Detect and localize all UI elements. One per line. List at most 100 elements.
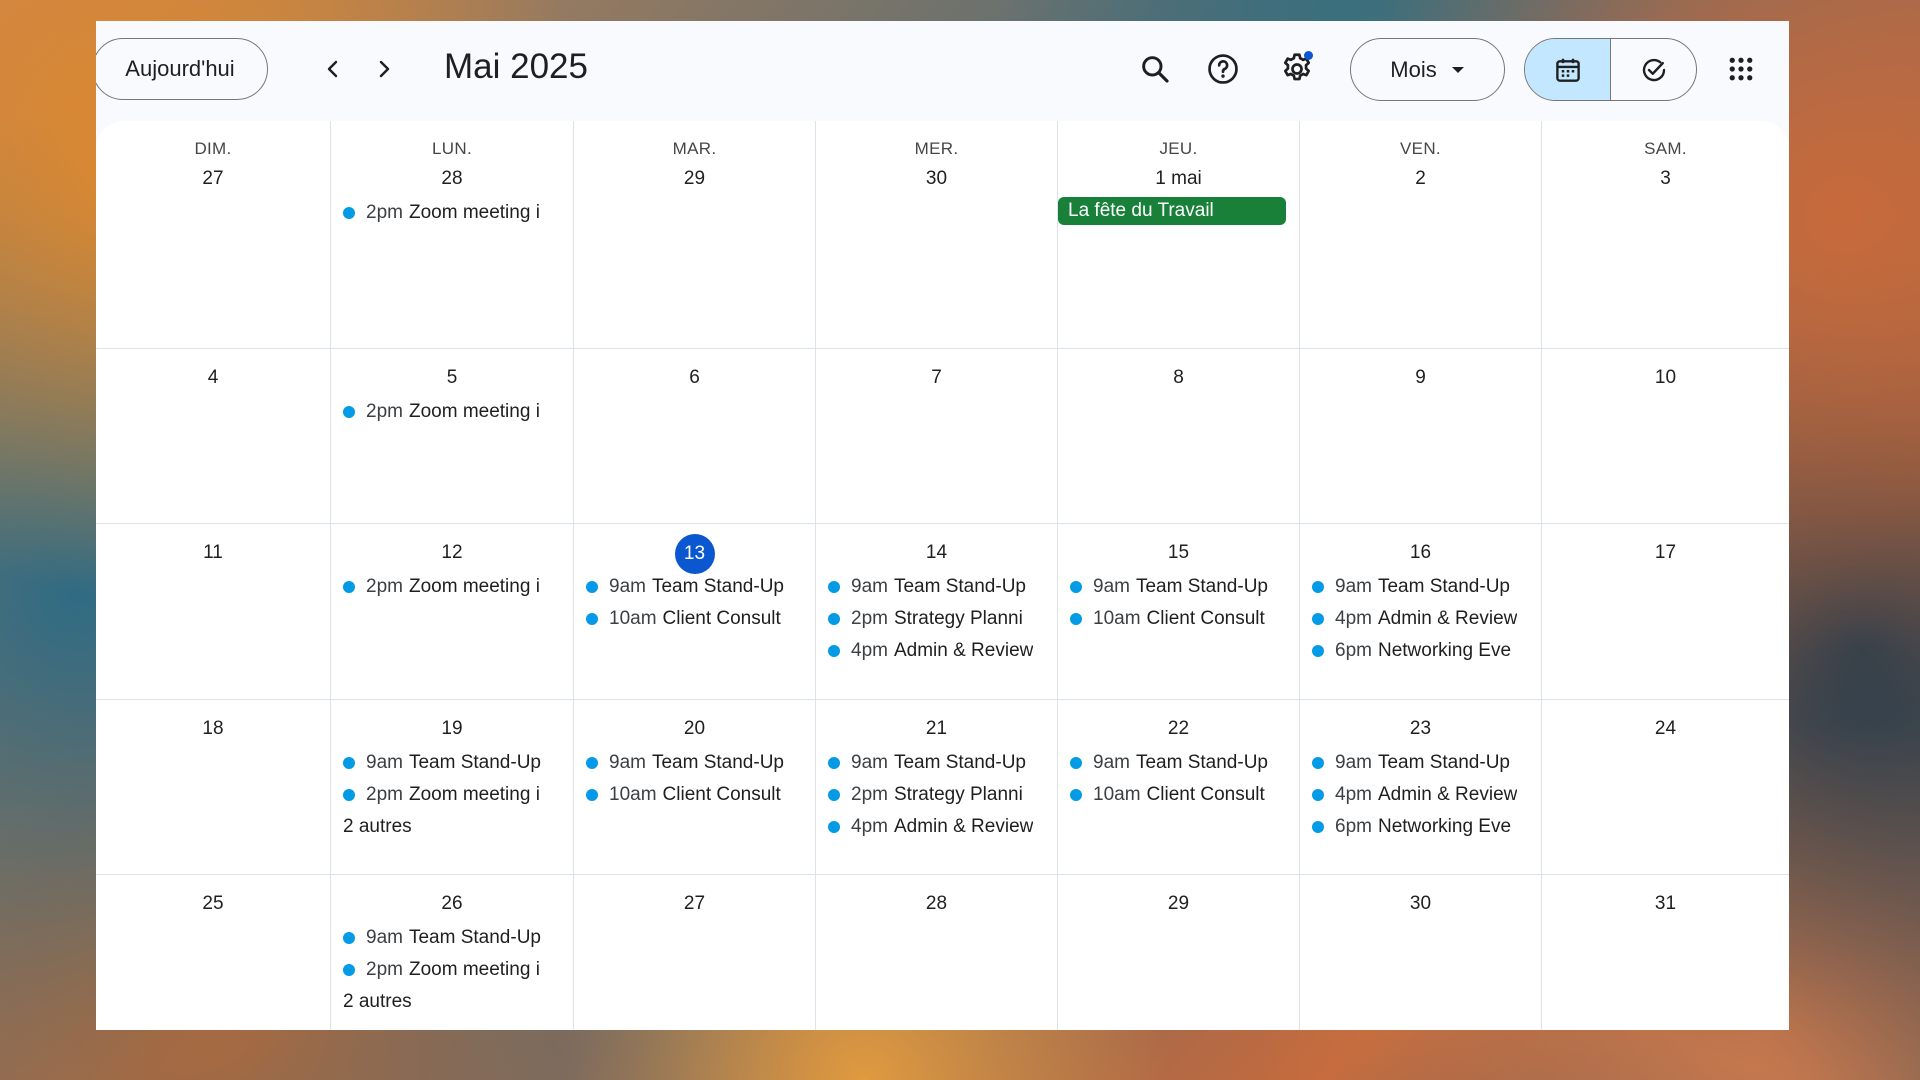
event-chip[interactable]: 9am Team Stand-Up xyxy=(1310,747,1531,779)
day-cell[interactable]: 9 xyxy=(1299,349,1541,523)
date-number[interactable]: 12 xyxy=(331,542,573,564)
day-cell[interactable]: 14 9am Team Stand-Up 2pm Strategy Planni 4pm A… xyxy=(815,524,1057,699)
day-cell[interactable]: 12 2pm Zoom meeting i xyxy=(330,524,573,699)
date-number[interactable]: 1 mai xyxy=(1058,168,1299,190)
more-events-link[interactable]: 2 autres xyxy=(341,986,563,1018)
date-number[interactable]: 10 xyxy=(1542,367,1789,389)
view-selector[interactable]: Mois xyxy=(1350,38,1505,101)
event-chip[interactable]: 4pm Admin & Review xyxy=(1310,779,1531,811)
day-cell[interactable]: VEN. 2 xyxy=(1299,121,1541,348)
day-cell[interactable]: 23 9am Team Stand-Up 4pm Admin & Review 6pm Ne… xyxy=(1299,700,1541,874)
date-number[interactable]: 30 xyxy=(816,168,1057,190)
event-chip[interactable]: 10am Client Consult xyxy=(1068,603,1289,635)
event-chip[interactable]: 4pm Admin & Review xyxy=(1310,603,1531,635)
day-cell[interactable]: 16 9am Team Stand-Up 4pm Admin & Review 6pm Ne… xyxy=(1299,524,1541,699)
day-cell[interactable]: SAM. 3 xyxy=(1541,121,1789,348)
event-chip[interactable]: 9am Team Stand-Up xyxy=(341,922,563,954)
date-number[interactable]: 14 xyxy=(816,542,1057,564)
apps-button[interactable] xyxy=(1719,47,1763,91)
day-cell[interactable]: 25 xyxy=(96,875,330,1030)
date-number[interactable]: 29 xyxy=(574,168,815,190)
day-cell[interactable]: 26 9am Team Stand-Up 2pm Zoom meeting i2 aut… xyxy=(330,875,573,1030)
date-number[interactable]: 17 xyxy=(1542,542,1789,564)
date-number[interactable]: 8 xyxy=(1058,367,1299,389)
date-number[interactable]: 15 xyxy=(1058,542,1299,564)
day-cell[interactable]: 28 xyxy=(815,875,1057,1030)
day-cell[interactable]: 27 xyxy=(573,875,815,1030)
day-cell[interactable]: 18 xyxy=(96,700,330,874)
event-chip[interactable]: 9am Team Stand-Up xyxy=(1068,747,1289,779)
day-cell[interactable]: 4 xyxy=(96,349,330,523)
event-chip[interactable]: 9am Team Stand-Up xyxy=(584,747,805,779)
day-cell[interactable]: 20 9am Team Stand-Up 10am Client Consult xyxy=(573,700,815,874)
day-cell[interactable]: 19 9am Team Stand-Up 2pm Zoom meeting i2 aut… xyxy=(330,700,573,874)
event-chip[interactable]: 9am Team Stand-Up xyxy=(826,747,1047,779)
date-number[interactable]: 21 xyxy=(816,718,1057,740)
date-number[interactable]: 20 xyxy=(574,718,815,740)
date-number[interactable]: 3 xyxy=(1542,168,1789,190)
day-cell[interactable]: MAR. 29 xyxy=(573,121,815,348)
day-cell[interactable]: 17 xyxy=(1541,524,1789,699)
day-cell[interactable]: 31 xyxy=(1541,875,1789,1030)
date-number[interactable]: 11 xyxy=(96,542,330,564)
day-cell[interactable]: 13 9am Team Stand-Up 10am Client Consult xyxy=(573,524,815,699)
date-number[interactable]: 9 xyxy=(1300,367,1541,389)
calendar-view-button[interactable] xyxy=(1525,39,1611,100)
holiday-event-chip[interactable]: La fête du Travail xyxy=(1058,197,1286,225)
date-number[interactable]: 26 xyxy=(331,893,573,915)
event-chip[interactable]: 4pm Admin & Review xyxy=(826,811,1047,843)
day-cell[interactable]: 10 xyxy=(1541,349,1789,523)
day-cell[interactable]: DIM. 27 xyxy=(96,121,330,348)
today-date-number[interactable]: 13 xyxy=(574,534,815,574)
event-chip[interactable]: 2pm Zoom meeting i xyxy=(341,779,563,811)
day-cell[interactable]: 7 xyxy=(815,349,1057,523)
event-chip[interactable]: 2pm Zoom meeting i xyxy=(341,197,563,229)
previous-month-button[interactable] xyxy=(315,51,351,87)
date-number[interactable]: 31 xyxy=(1542,893,1789,915)
date-number[interactable]: 29 xyxy=(1058,893,1299,915)
date-number[interactable]: 28 xyxy=(816,893,1057,915)
date-number[interactable]: 19 xyxy=(331,718,573,740)
search-button[interactable] xyxy=(1133,47,1177,91)
date-number[interactable]: 5 xyxy=(331,367,573,389)
date-number[interactable]: 2 xyxy=(1300,168,1541,190)
day-cell[interactable]: 22 9am Team Stand-Up 10am Client Consult xyxy=(1057,700,1299,874)
day-cell[interactable]: 29 xyxy=(1057,875,1299,1030)
day-cell[interactable]: LUN. 28 2pm Zoom meeting i xyxy=(330,121,573,348)
day-cell[interactable]: 6 xyxy=(573,349,815,523)
event-chip[interactable]: 9am Team Stand-Up xyxy=(1068,571,1289,603)
event-chip[interactable]: 10am Client Consult xyxy=(584,779,805,811)
event-chip[interactable]: 9am Team Stand-Up xyxy=(1310,571,1531,603)
date-number[interactable]: 22 xyxy=(1058,718,1299,740)
day-cell[interactable]: 15 9am Team Stand-Up 10am Client Consult xyxy=(1057,524,1299,699)
event-chip[interactable]: 2pm Zoom meeting i xyxy=(341,571,563,603)
event-chip[interactable]: 9am Team Stand-Up xyxy=(826,571,1047,603)
date-number[interactable]: 27 xyxy=(574,893,815,915)
today-button[interactable]: Aujourd'hui xyxy=(96,38,268,100)
day-cell[interactable]: 5 2pm Zoom meeting i xyxy=(330,349,573,523)
date-number[interactable]: 7 xyxy=(816,367,1057,389)
event-chip[interactable]: 2pm Strategy Planni xyxy=(826,603,1047,635)
event-chip[interactable]: 6pm Networking Eve xyxy=(1310,811,1531,843)
date-number[interactable]: 6 xyxy=(574,367,815,389)
day-cell[interactable]: 30 xyxy=(1299,875,1541,1030)
help-button[interactable] xyxy=(1201,47,1245,91)
date-number[interactable]: 23 xyxy=(1300,718,1541,740)
day-cell[interactable]: MER. 30 xyxy=(815,121,1057,348)
date-number[interactable]: 24 xyxy=(1542,718,1789,740)
event-chip[interactable]: 4pm Admin & Review xyxy=(826,635,1047,667)
event-chip[interactable]: 2pm Zoom meeting i xyxy=(341,954,563,986)
day-cell[interactable]: 8 xyxy=(1057,349,1299,523)
event-chip[interactable]: 2pm Zoom meeting i xyxy=(341,396,563,428)
event-chip[interactable]: 9am Team Stand-Up xyxy=(341,747,563,779)
day-cell[interactable]: 11 xyxy=(96,524,330,699)
event-chip[interactable]: 9am Team Stand-Up xyxy=(584,571,805,603)
date-number[interactable]: 28 xyxy=(331,168,573,190)
event-chip[interactable]: 10am Client Consult xyxy=(584,603,805,635)
tasks-view-button[interactable] xyxy=(1611,39,1696,100)
day-cell[interactable]: 24 xyxy=(1541,700,1789,874)
date-number[interactable]: 4 xyxy=(96,367,330,389)
day-cell[interactable]: 21 9am Team Stand-Up 2pm Strategy Planni 4pm A… xyxy=(815,700,1057,874)
date-number[interactable]: 18 xyxy=(96,718,330,740)
event-chip[interactable]: 10am Client Consult xyxy=(1068,779,1289,811)
